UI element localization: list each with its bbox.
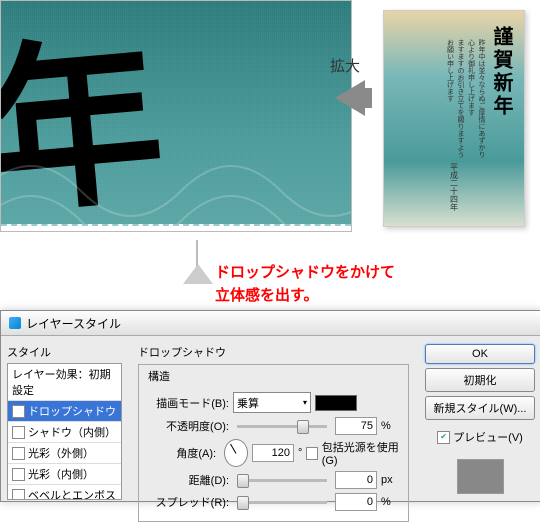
torn-edge <box>1 224 351 232</box>
slider-thumb[interactable] <box>237 474 249 488</box>
section-title: ドロップシャドウ <box>138 344 409 360</box>
style-item-drop-shadow[interactable]: ✔ドロップシャドウ <box>8 401 121 422</box>
opacity-slider[interactable] <box>237 425 327 428</box>
opacity-input[interactable] <box>335 417 377 435</box>
angle-input[interactable] <box>252 444 294 462</box>
checkbox-icon[interactable] <box>12 468 25 481</box>
style-item-bevel-emboss[interactable]: ベベルとエンボス <box>8 485 121 500</box>
pointer-triangle <box>183 264 213 284</box>
wave-pattern <box>1 111 351 231</box>
angle-dial[interactable] <box>224 439 248 467</box>
blend-mode-select[interactable]: 乗算▾ <box>233 392 311 413</box>
preview-checkbox[interactable]: ✔ <box>437 431 450 444</box>
style-item-inner-shadow[interactable]: シャドウ（内側） <box>8 422 121 443</box>
styles-list: レイヤー効果：初期設定 ✔ドロップシャドウ シャドウ（内側） 光彩（外側） 光彩… <box>7 363 122 500</box>
preview-swatch <box>457 459 504 494</box>
style-item-outer-glow[interactable]: 光彩（外側） <box>8 443 121 464</box>
chevron-down-icon: ▾ <box>303 398 307 407</box>
dialog-titlebar[interactable]: レイヤースタイル <box>1 311 540 336</box>
structure-fieldset: 構造 描画モード(B): 乗算▾ 不透明度(O): % 角度(A): ° <box>138 364 409 522</box>
checkbox-icon[interactable]: ✔ <box>12 405 25 418</box>
new-year-card: 謹賀新年 昨年中は並々ならぬご厚情にあずかり心より御礼申し上げますますますのお引… <box>383 10 525 227</box>
checkbox-icon[interactable] <box>12 489 25 501</box>
structure-title: 構造 <box>145 368 173 384</box>
spread-slider[interactable] <box>237 501 327 504</box>
annotation-text: ドロップシャドウをかけて立体感を出す。 <box>215 262 395 307</box>
global-light-label: 包括光源を使用(G) <box>322 439 400 467</box>
reset-button[interactable]: 初期化 <box>425 368 535 392</box>
spread-label: スプレッド(R): <box>147 494 229 510</box>
styles-header: スタイル <box>7 344 122 360</box>
card-date: 平成二十四年 <box>449 163 460 211</box>
slider-thumb[interactable] <box>237 496 249 510</box>
slider-thumb[interactable] <box>297 420 309 434</box>
arrow-tail <box>352 88 372 108</box>
distance-label: 距離(D): <box>147 472 229 488</box>
angle-label: 角度(A): <box>147 445 216 461</box>
spread-input[interactable] <box>335 493 377 511</box>
layer-style-dialog: レイヤースタイル スタイル レイヤー効果：初期設定 ✔ドロップシャドウ シャドウ… <box>0 310 540 502</box>
new-style-button[interactable]: 新規スタイル(W)... <box>425 396 535 420</box>
shadow-color-swatch[interactable] <box>315 395 357 411</box>
distance-input[interactable] <box>335 471 377 489</box>
card-greeting: 謹賀新年 <box>487 26 516 118</box>
global-light-checkbox[interactable] <box>306 447 317 460</box>
style-item-defaults[interactable]: レイヤー効果：初期設定 <box>8 364 121 401</box>
checkbox-icon[interactable] <box>12 447 25 460</box>
enlarge-label: 拡大 <box>330 55 360 76</box>
dialog-title: レイヤースタイル <box>26 315 121 332</box>
checkbox-icon[interactable] <box>12 426 25 439</box>
buttons-panel: OK 初期化 新規スタイル(W)... ✔ プレビュー(V) <box>419 336 540 502</box>
app-icon <box>9 317 21 329</box>
ok-button[interactable]: OK <box>425 344 535 364</box>
opacity-label: 不透明度(O): <box>147 418 229 434</box>
settings-panel: ドロップシャドウ 構造 描画モード(B): 乗算▾ 不透明度(O): % 角度(… <box>128 336 419 502</box>
preview-label: プレビュー(V) <box>453 429 523 445</box>
style-item-inner-glow[interactable]: 光彩（内側） <box>8 464 121 485</box>
distance-slider[interactable] <box>237 479 327 482</box>
styles-panel: スタイル レイヤー効果：初期設定 ✔ドロップシャドウ シャドウ（内側） 光彩（外… <box>1 336 128 502</box>
zoomed-image-preview: 年 <box>0 0 352 232</box>
card-message: 昨年中は並々ならぬご厚情にあずかり心より御礼申し上げますますますのお引き立てを賜… <box>444 39 486 158</box>
blend-mode-label: 描画モード(B): <box>147 395 229 411</box>
